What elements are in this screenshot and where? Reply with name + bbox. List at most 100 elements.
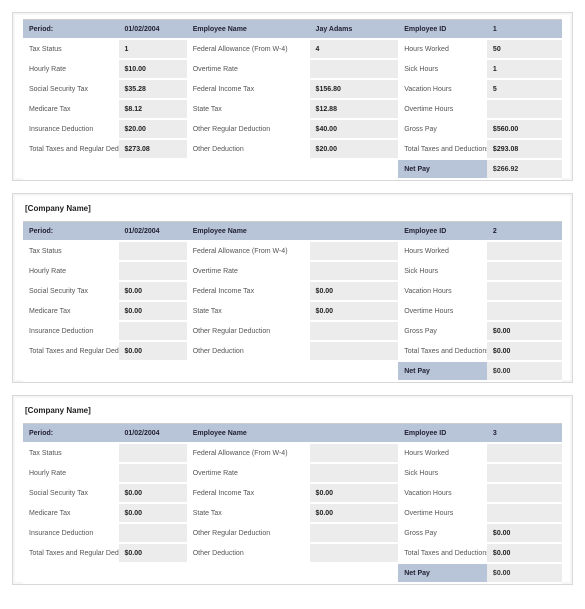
lbl-rate: Hourly Rate bbox=[23, 261, 119, 281]
val-totalded: $0.00 bbox=[487, 543, 562, 563]
val-ins bbox=[119, 523, 187, 543]
lbl-med: Medicare Tax bbox=[23, 301, 119, 321]
paystub-document: Period:01/02/2004Employee NameJay AdamsE… bbox=[12, 12, 573, 585]
lbl-sst: Social Security Tax bbox=[23, 79, 119, 99]
blank bbox=[119, 563, 187, 583]
blank bbox=[310, 563, 399, 583]
val-empname: Jay Adams bbox=[310, 20, 399, 40]
val-netpay: $266.92 bbox=[487, 159, 562, 179]
lbl-taxstatus: Tax Status bbox=[23, 241, 119, 261]
blank bbox=[187, 361, 310, 381]
lbl-state: State Tax bbox=[187, 301, 310, 321]
val-state: $12.88 bbox=[310, 99, 399, 119]
val-sick bbox=[487, 463, 562, 483]
lbl-sick: Sick Hours bbox=[398, 463, 487, 483]
lbl-otrate: Overtime Rate bbox=[187, 261, 310, 281]
lbl-fedallow: Federal Allowance (From W-4) bbox=[187, 241, 310, 261]
lbl-otrate: Overtime Rate bbox=[187, 59, 310, 79]
val-vac bbox=[487, 483, 562, 503]
hdr-empname: Employee Name bbox=[187, 424, 310, 444]
val-totaltax: $0.00 bbox=[119, 341, 187, 361]
lbl-fedallow: Federal Allowance (From W-4) bbox=[187, 443, 310, 463]
lbl-totaltax: Total Taxes and Regular Deductions bbox=[23, 543, 119, 563]
val-ins: $20.00 bbox=[119, 119, 187, 139]
val-otherreg: $40.00 bbox=[310, 119, 399, 139]
paystub-1: Period:01/02/2004Employee NameJay AdamsE… bbox=[12, 12, 573, 181]
val-netpay: $0.00 bbox=[487, 361, 562, 381]
lbl-gross: Gross Pay bbox=[398, 119, 487, 139]
val-empid: 3 bbox=[487, 424, 562, 444]
company-name: [Company Name] bbox=[23, 402, 562, 423]
val-netpay: $0.00 bbox=[487, 563, 562, 583]
lbl-hours: Hours Worked bbox=[398, 241, 487, 261]
lbl-netpay: Net Pay bbox=[398, 361, 487, 381]
lbl-med: Medicare Tax bbox=[23, 99, 119, 119]
val-gross: $560.00 bbox=[487, 119, 562, 139]
val-otrate bbox=[310, 261, 399, 281]
lbl-totalded: Total Taxes and Deductions bbox=[398, 139, 487, 159]
val-totaltax: $0.00 bbox=[119, 543, 187, 563]
lbl-fit: Federal Income Tax bbox=[187, 79, 310, 99]
val-state: $0.00 bbox=[310, 503, 399, 523]
val-rate bbox=[119, 463, 187, 483]
hdr-period: Period: bbox=[23, 424, 119, 444]
lbl-rate: Hourly Rate bbox=[23, 463, 119, 483]
lbl-totaltax: Total Taxes and Regular Deductions bbox=[23, 139, 119, 159]
val-totalded: $0.00 bbox=[487, 341, 562, 361]
lbl-gross: Gross Pay bbox=[398, 523, 487, 543]
val-sst: $0.00 bbox=[119, 483, 187, 503]
val-othours bbox=[487, 301, 562, 321]
lbl-otherreg: Other Regular Deduction bbox=[187, 523, 310, 543]
val-othours bbox=[487, 503, 562, 523]
lbl-gross: Gross Pay bbox=[398, 321, 487, 341]
lbl-othours: Overtime Hours bbox=[398, 99, 487, 119]
lbl-totalded: Total Taxes and Deductions bbox=[398, 341, 487, 361]
lbl-sst: Social Security Tax bbox=[23, 483, 119, 503]
paystub-table: Period:01/02/2004Employee NameEmployee I… bbox=[23, 221, 562, 382]
val-gross: $0.00 bbox=[487, 321, 562, 341]
blank bbox=[119, 159, 187, 179]
val-fedallow: 4 bbox=[310, 39, 399, 59]
lbl-ins: Insurance Deduction bbox=[23, 119, 119, 139]
lbl-totaltax: Total Taxes and Regular Deductions bbox=[23, 341, 119, 361]
lbl-otherreg: Other Regular Deduction bbox=[187, 321, 310, 341]
val-otrate bbox=[310, 59, 399, 79]
paystub-2: [Company Name]Period:01/02/2004Employee … bbox=[12, 193, 573, 383]
lbl-netpay: Net Pay bbox=[398, 563, 487, 583]
val-otrate bbox=[310, 463, 399, 483]
val-otherreg bbox=[310, 523, 399, 543]
lbl-hours: Hours Worked bbox=[398, 39, 487, 59]
val-taxstatus: 1 bbox=[119, 39, 187, 59]
blank bbox=[310, 159, 399, 179]
val-otherreg bbox=[310, 321, 399, 341]
val-rate: $10.00 bbox=[119, 59, 187, 79]
company-name: [Company Name] bbox=[23, 200, 562, 221]
val-med: $8.12 bbox=[119, 99, 187, 119]
hdr-empname: Employee Name bbox=[187, 20, 310, 40]
val-otherded bbox=[310, 543, 399, 563]
hdr-empid: Employee ID bbox=[398, 424, 487, 444]
lbl-vac: Vacation Hours bbox=[398, 79, 487, 99]
paystub-table: Period:01/02/2004Employee NameJay AdamsE… bbox=[23, 19, 562, 180]
val-fit: $156.80 bbox=[310, 79, 399, 99]
val-med: $0.00 bbox=[119, 503, 187, 523]
lbl-totalded: Total Taxes and Deductions bbox=[398, 543, 487, 563]
hdr-empid: Employee ID bbox=[398, 222, 487, 242]
hdr-period: Period: bbox=[23, 20, 119, 40]
val-hours: 50 bbox=[487, 39, 562, 59]
val-hours bbox=[487, 241, 562, 261]
lbl-sick: Sick Hours bbox=[398, 261, 487, 281]
lbl-fit: Federal Income Tax bbox=[187, 483, 310, 503]
val-period: 01/02/2004 bbox=[119, 20, 187, 40]
val-fit: $0.00 bbox=[310, 281, 399, 301]
lbl-state: State Tax bbox=[187, 503, 310, 523]
val-totaltax: $273.08 bbox=[119, 139, 187, 159]
blank bbox=[187, 563, 310, 583]
lbl-othours: Overtime Hours bbox=[398, 503, 487, 523]
val-sst: $0.00 bbox=[119, 281, 187, 301]
lbl-vac: Vacation Hours bbox=[398, 483, 487, 503]
blank bbox=[187, 159, 310, 179]
val-sick: 1 bbox=[487, 59, 562, 79]
val-ins bbox=[119, 321, 187, 341]
val-fedallow bbox=[310, 241, 399, 261]
